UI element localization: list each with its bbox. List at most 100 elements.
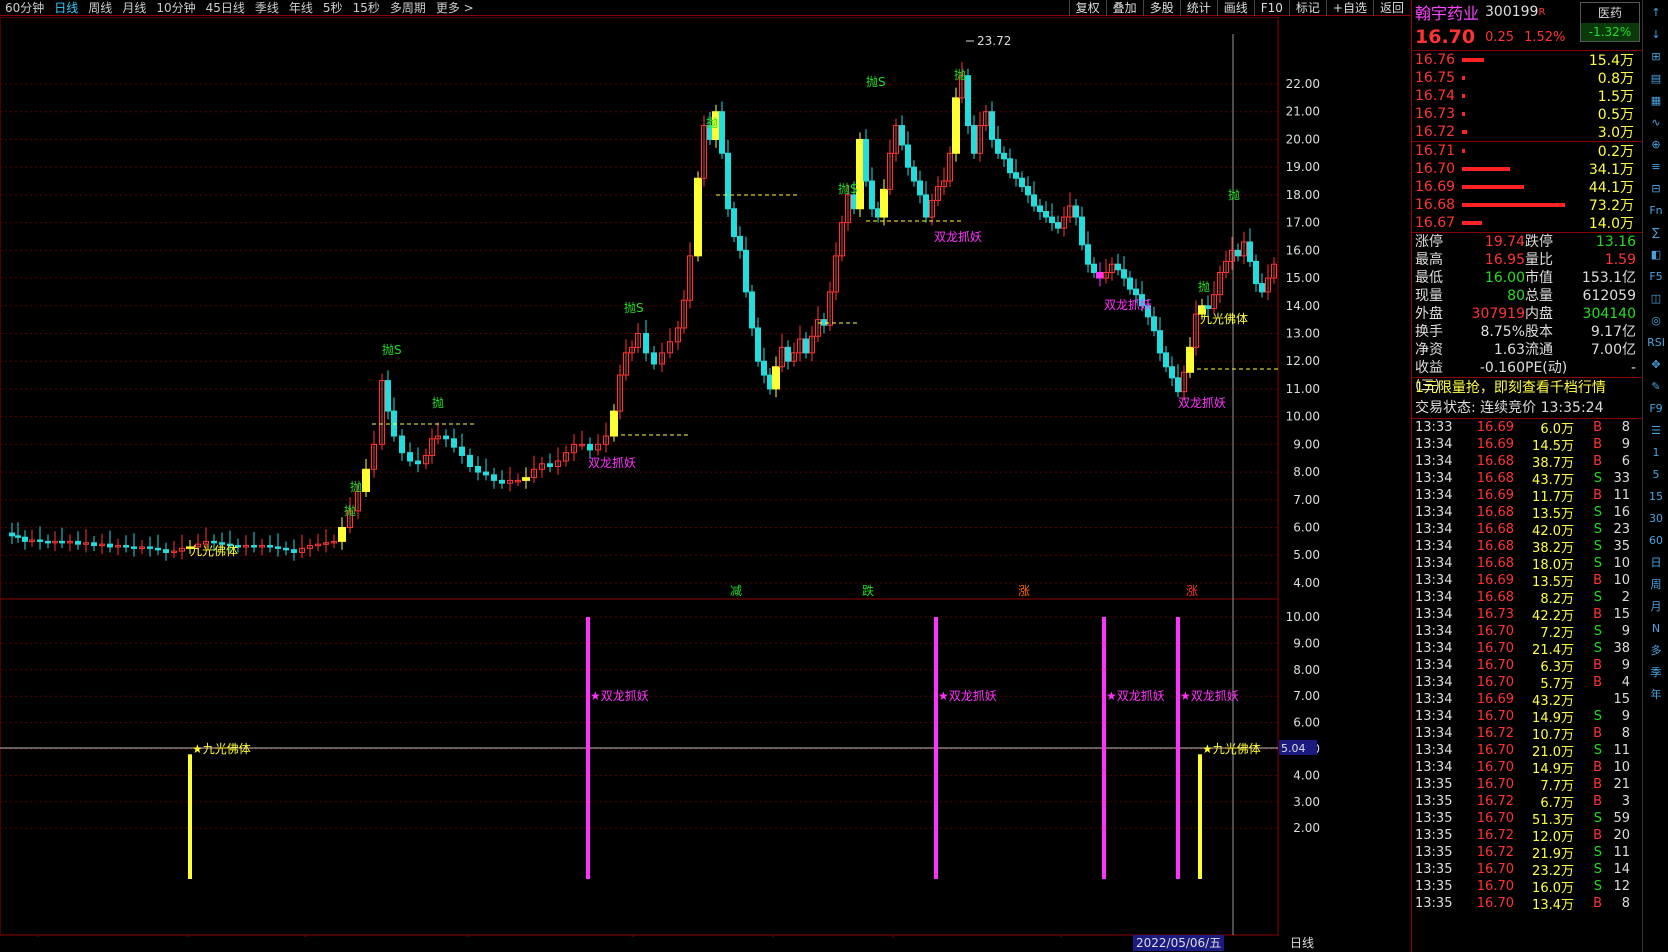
- period-tab[interactable]: 15秒: [348, 0, 385, 16]
- candle-body: [803, 338, 809, 354]
- candle-body: [451, 438, 457, 448]
- period-tab[interactable]: 季线: [250, 0, 284, 16]
- candle-body: [971, 125, 977, 154]
- candle-body: [1247, 241, 1253, 262]
- candle-body: [1205, 305, 1211, 310]
- kline-chart[interactable]: 22.00 21.00 20.00 19.00 18.00 17.00 16.00 15.00…: [0, 16, 1360, 950]
- period-tab[interactable]: 月线: [117, 0, 151, 16]
- bid-levels: 16.71 0.2万 16.70 34.1万 16.69 44.1万 16.68 73.2万 1…: [1412, 142, 1642, 232]
- tick-count: 3: [1621, 794, 1630, 809]
- side-tool-icon[interactable]: 周: [1645, 575, 1667, 594]
- tick-time: 13:34: [1415, 607, 1453, 622]
- side-tool-icon[interactable]: 季: [1645, 663, 1667, 682]
- tick-row: 13:35 16.70 51.3万 S 59: [1412, 810, 1642, 828]
- signal-label-sell: 抛: [432, 395, 444, 410]
- period-tab[interactable]: 更多 >: [431, 0, 479, 16]
- side-tool-icon[interactable]: Fn: [1645, 201, 1667, 220]
- side-tool-icon[interactable]: 60: [1645, 531, 1667, 550]
- side-tool-icon[interactable]: 15: [1645, 487, 1667, 506]
- candle-body: [131, 546, 137, 549]
- period-tab[interactable]: 5秒: [318, 0, 348, 16]
- period-tab[interactable]: 周线: [83, 0, 117, 16]
- tick-row: 13:34 16.72 10.7万 B 8: [1412, 725, 1642, 743]
- side-tool-icon[interactable]: ▤: [1645, 69, 1667, 88]
- toolbar-button[interactable]: 标记: [1288, 0, 1326, 16]
- side-tool-icon[interactable]: 月: [1645, 597, 1667, 616]
- stat-value: 8.75%: [1480, 324, 1525, 340]
- side-tool-icon[interactable]: 日: [1645, 553, 1667, 572]
- sector-box[interactable]: 医药 -1.32%: [1580, 2, 1640, 42]
- side-tool-icon[interactable]: 年: [1645, 685, 1667, 704]
- ob-price: 16.71: [1415, 143, 1456, 159]
- toolbar-button[interactable]: 复权: [1068, 0, 1106, 16]
- side-tool-icon[interactable]: N: [1645, 619, 1667, 638]
- toolbar-button[interactable]: F10: [1253, 0, 1289, 16]
- side-tool-icon[interactable]: ≡: [1645, 157, 1667, 176]
- candle-body: [275, 546, 281, 549]
- tick-time: 13:34: [1415, 692, 1453, 707]
- stock-name[interactable]: 翰宇药业: [1415, 0, 1479, 24]
- period-tab[interactable]: 45日线: [201, 0, 250, 16]
- side-tool-icon[interactable]: F9: [1645, 399, 1667, 418]
- side-tool-icon[interactable]: 多: [1645, 641, 1667, 660]
- side-tool-icon[interactable]: F5: [1645, 267, 1667, 286]
- toolbar-button[interactable]: 返回: [1372, 0, 1410, 16]
- period-tab[interactable]: 10分钟: [151, 0, 200, 16]
- sub-y-tick-label: 7.00: [1293, 689, 1320, 703]
- sub-y-tick-label: 2.00: [1293, 821, 1320, 835]
- toolbar-button[interactable]: +自选: [1325, 0, 1373, 16]
- stat-label: 量比: [1525, 252, 1553, 268]
- toolbar-button[interactable]: 统计: [1179, 0, 1217, 16]
- tick-side: B: [1593, 777, 1602, 792]
- side-tool-icon[interactable]: ↓: [1645, 25, 1667, 44]
- promo-banner[interactable]: 1元限量抢，即刻查看千档行情: [1412, 378, 1642, 398]
- signal-bar-label: ★双龙抓妖: [1180, 689, 1239, 703]
- side-tool-icon[interactable]: 5: [1645, 465, 1667, 484]
- side-tool-icon[interactable]: ✥: [1645, 355, 1667, 374]
- toolbar-button[interactable]: 多股: [1142, 0, 1180, 16]
- toolbar-button[interactable]: 叠加: [1105, 0, 1143, 16]
- sub-y-tick-label: 10.00: [1286, 610, 1320, 624]
- y-tick-label: 17.00: [1286, 216, 1320, 230]
- period-tab[interactable]: 60分钟: [0, 0, 49, 16]
- side-tool-icon[interactable]: ↑: [1645, 3, 1667, 22]
- side-tool-icon[interactable]: RSI: [1645, 333, 1667, 352]
- side-tool-icon[interactable]: ◫: [1645, 289, 1667, 308]
- stat-value: 16.00: [1484, 270, 1525, 286]
- candle-body: [965, 75, 971, 127]
- period-tab[interactable]: 多周期: [385, 0, 431, 16]
- period-tab[interactable]: 年线: [284, 0, 318, 16]
- side-tool-icon[interactable]: 1: [1645, 443, 1667, 462]
- candle-body: [291, 549, 297, 553]
- tick-time: 13:35: [1415, 862, 1453, 877]
- candle-body: [385, 380, 391, 412]
- quote-panel: 翰宇药业 300199 R 医药 -1.32% 16.70 0.25 1.52%…: [1411, 0, 1642, 952]
- tick-price: 16.70: [1476, 811, 1514, 826]
- tick-list[interactable]: 13:33 16.69 6.0万 B 8 13:34 16.69 14.5万 B 9 13:34 16…: [1412, 419, 1642, 913]
- period-tab[interactable]: 日线: [49, 0, 83, 16]
- side-tool-icon[interactable]: ∑: [1645, 223, 1667, 242]
- side-tool-icon[interactable]: ✎: [1645, 377, 1667, 396]
- side-tool-icon[interactable]: ⊞: [1645, 47, 1667, 66]
- kline-svg[interactable]: 22.0021.0020.0019.0018.0017.0016.0015.00…: [0, 16, 1360, 950]
- tick-side: B: [1593, 607, 1602, 622]
- side-tool-icon[interactable]: ∿: [1645, 113, 1667, 132]
- tick-time: 13:35: [1415, 845, 1453, 860]
- y-tick-label: 15.00: [1286, 271, 1320, 285]
- side-tool-icon[interactable]: ⊕: [1645, 135, 1667, 154]
- side-tool-icon[interactable]: 30: [1645, 509, 1667, 528]
- candle-body: [821, 319, 827, 326]
- side-tool-icon[interactable]: ▦: [1645, 91, 1667, 110]
- side-tool-icon[interactable]: ◎: [1645, 311, 1667, 330]
- tick-price: 16.69: [1476, 692, 1514, 707]
- tick-row: 13:34 16.70 7.2万 S 9: [1412, 623, 1642, 641]
- candle-body: [1037, 205, 1043, 213]
- tick-count: 33: [1613, 471, 1630, 486]
- side-tool-icon[interactable]: ⊟: [1645, 179, 1667, 198]
- tick-price: 16.70: [1476, 658, 1514, 673]
- toolbar-button[interactable]: 画线: [1216, 0, 1254, 16]
- side-tool-icon[interactable]: ☰: [1645, 421, 1667, 440]
- sub-y-tick-label: 9.00: [1293, 636, 1320, 650]
- side-tool-icon[interactable]: ◧: [1645, 245, 1667, 264]
- candle-body: [911, 166, 917, 182]
